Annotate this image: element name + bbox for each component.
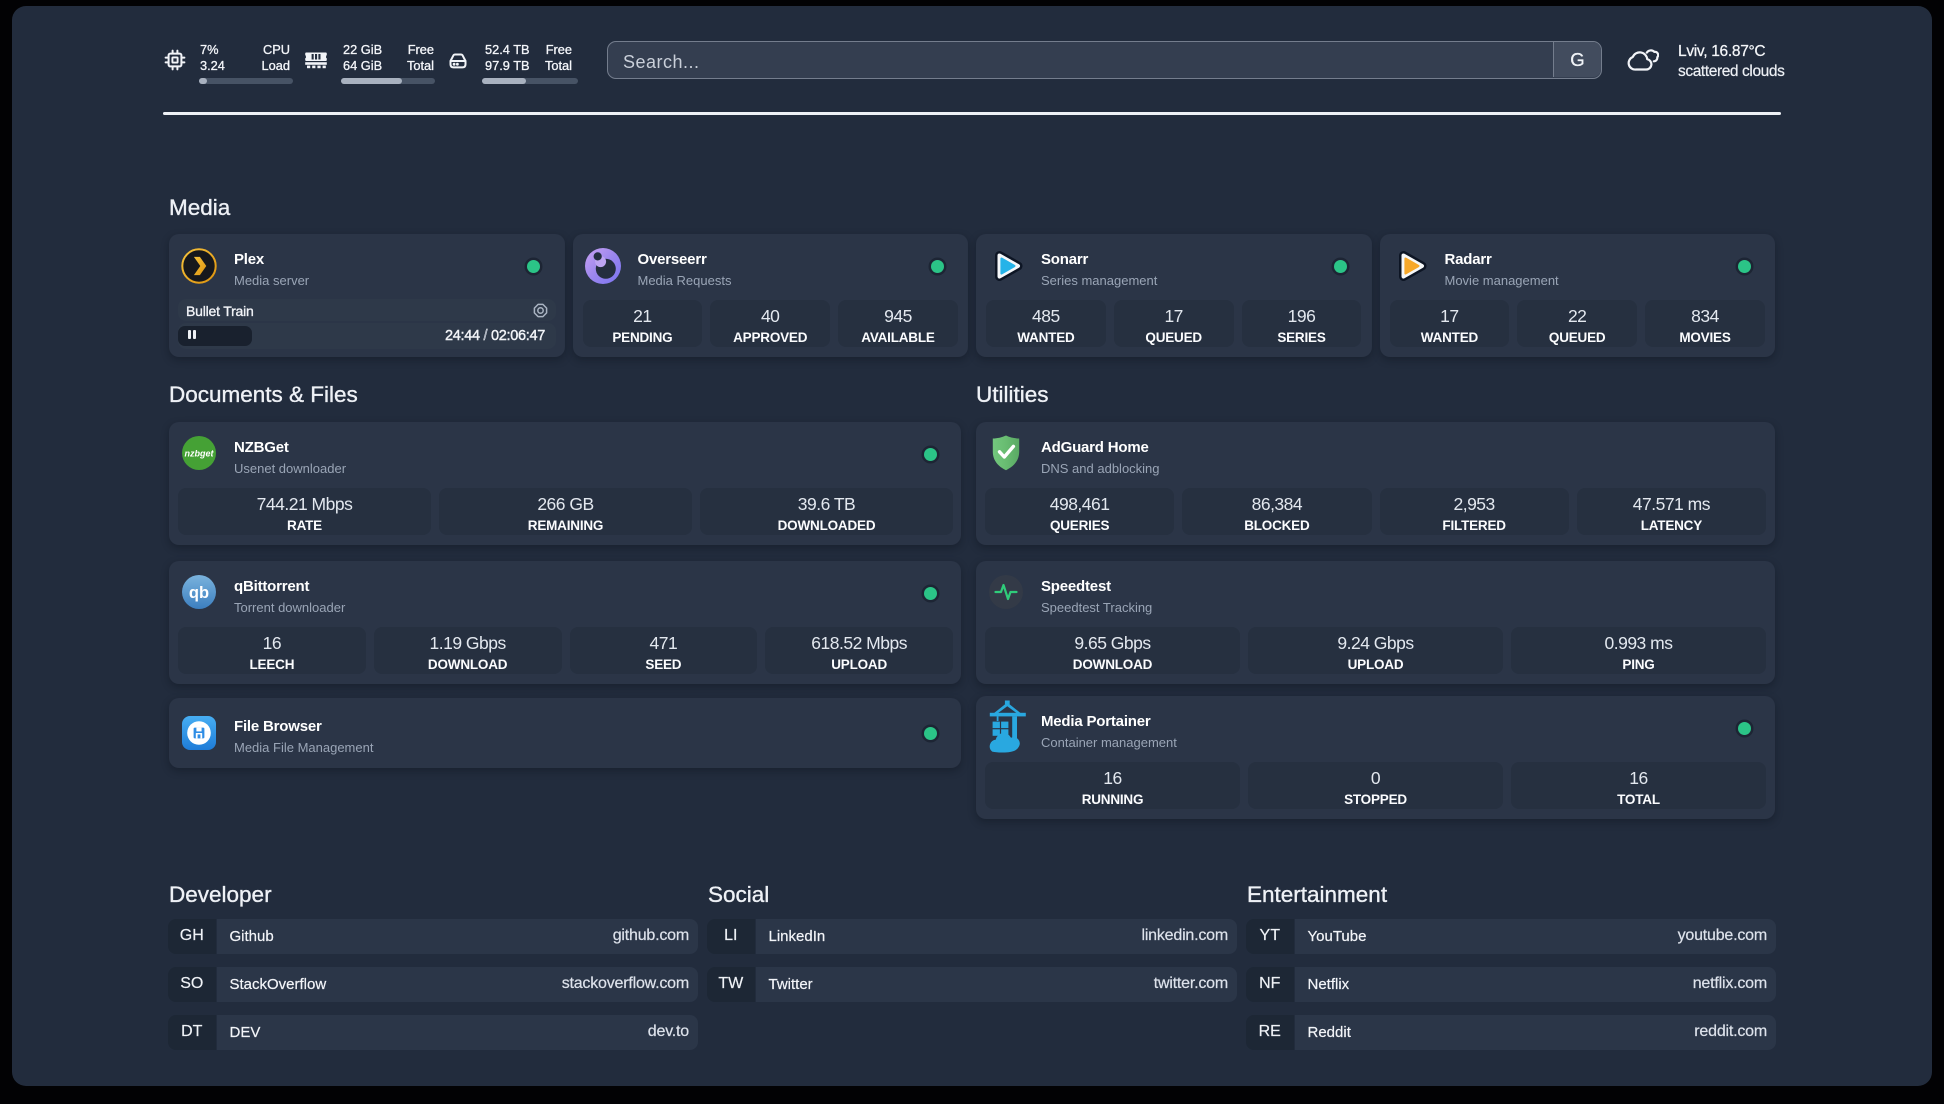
svg-text:nzbget: nzbget bbox=[185, 449, 215, 459]
svg-text:qb: qb bbox=[189, 584, 209, 602]
